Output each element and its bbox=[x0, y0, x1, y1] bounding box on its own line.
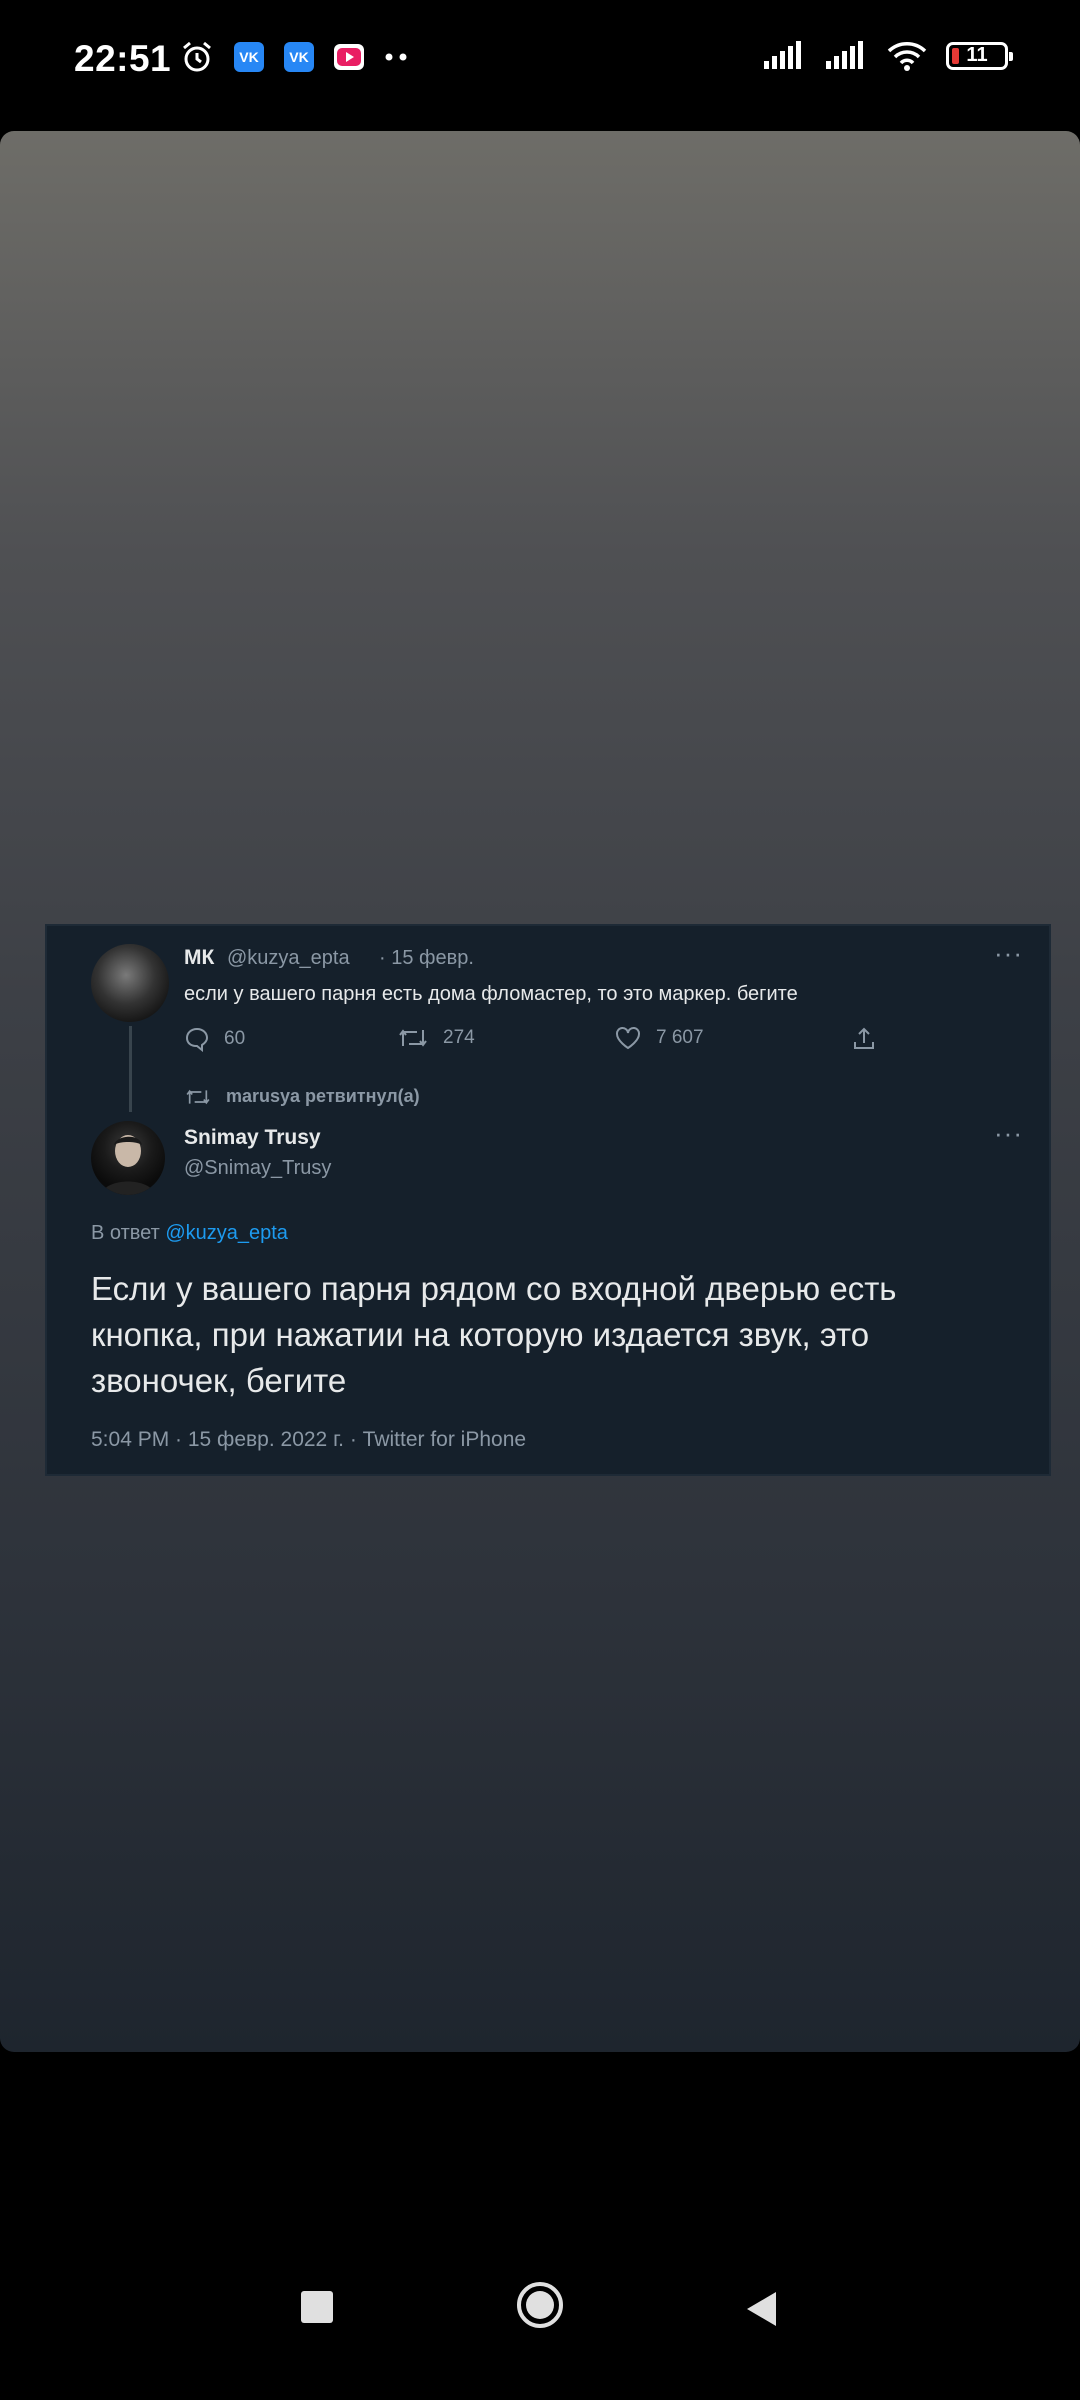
media-viewer: МК @kuzya_epta · 15 февр. ··· если у ваш… bbox=[0, 131, 1080, 2052]
reply-prefix: В ответ bbox=[91, 1222, 160, 1244]
share-action bbox=[851, 1026, 877, 1052]
more-icon: ··· bbox=[994, 938, 1023, 968]
vk-icon: VK bbox=[234, 42, 264, 72]
retweet-count: 274 bbox=[443, 1027, 475, 1048]
tweet-meta: 5:04 PM · 15 февр. 2022 г. · Twitter for… bbox=[91, 1428, 527, 1451]
battery-icon: 11 bbox=[946, 42, 1013, 70]
navigation-bar bbox=[0, 2250, 1080, 2400]
avatar bbox=[91, 1121, 165, 1195]
alarm-icon bbox=[180, 40, 214, 74]
thread-line bbox=[129, 1026, 132, 1112]
back-triangle-icon bbox=[747, 2292, 776, 2326]
retweeted-by: marusya ретвитнул(а) bbox=[184, 1086, 420, 1107]
square-icon bbox=[301, 2291, 333, 2323]
parent-tweet-text: если у вашего парня есть дома фломастер,… bbox=[184, 983, 798, 1005]
more-dots-icon bbox=[384, 52, 408, 62]
recents-button[interactable] bbox=[300, 2290, 334, 2329]
parent-date: · 15 февр. bbox=[379, 947, 474, 969]
back-button[interactable] bbox=[744, 2290, 778, 2333]
reply-context: В ответ @kuzya_epta bbox=[91, 1222, 288, 1245]
signal-icon bbox=[824, 41, 868, 71]
reply-action: 60 bbox=[184, 1026, 245, 1052]
circle-icon bbox=[517, 2282, 563, 2328]
reply-count: 60 bbox=[224, 1028, 246, 1049]
retweet-icon bbox=[397, 1026, 429, 1050]
like-count: 7 607 bbox=[656, 1027, 704, 1048]
parent-author-handle: @kuzya_epta bbox=[227, 947, 350, 969]
reply-mention: @kuzya_epta bbox=[165, 1222, 288, 1244]
clock: 22:51 bbox=[74, 38, 172, 79]
reply-icon bbox=[184, 1026, 210, 1052]
video-icon bbox=[334, 44, 364, 70]
more-icon: ··· bbox=[994, 1118, 1023, 1148]
author-name: Snimay Trusy bbox=[184, 1126, 321, 1149]
home-button[interactable] bbox=[515, 2280, 565, 2335]
retweet-action: 274 bbox=[397, 1026, 475, 1050]
status-bar: 22:51 VK VK 11 bbox=[0, 0, 1080, 118]
signal-icon bbox=[762, 41, 806, 71]
wifi-icon bbox=[886, 40, 928, 72]
avatar bbox=[91, 944, 169, 1022]
tweet-screenshot: МК @kuzya_epta · 15 февр. ··· если у ваш… bbox=[45, 924, 1051, 1476]
system-icons: 11 bbox=[762, 40, 1013, 72]
parent-author-name: МК bbox=[184, 946, 215, 969]
retweeted-by-label: marusya ретвитнул(а) bbox=[226, 1086, 420, 1106]
share-icon bbox=[851, 1026, 877, 1052]
vk-icon: VK bbox=[284, 42, 314, 72]
heart-icon bbox=[614, 1026, 642, 1050]
battery-level: 11 bbox=[966, 44, 988, 66]
tweet-text: Если у вашего парня рядом со входной две… bbox=[91, 1270, 897, 1399]
like-action: 7 607 bbox=[614, 1026, 704, 1050]
retweet-icon bbox=[184, 1087, 212, 1107]
notification-icons: VK VK bbox=[180, 40, 408, 74]
author-handle: @Snimay_Trusy bbox=[184, 1157, 332, 1179]
